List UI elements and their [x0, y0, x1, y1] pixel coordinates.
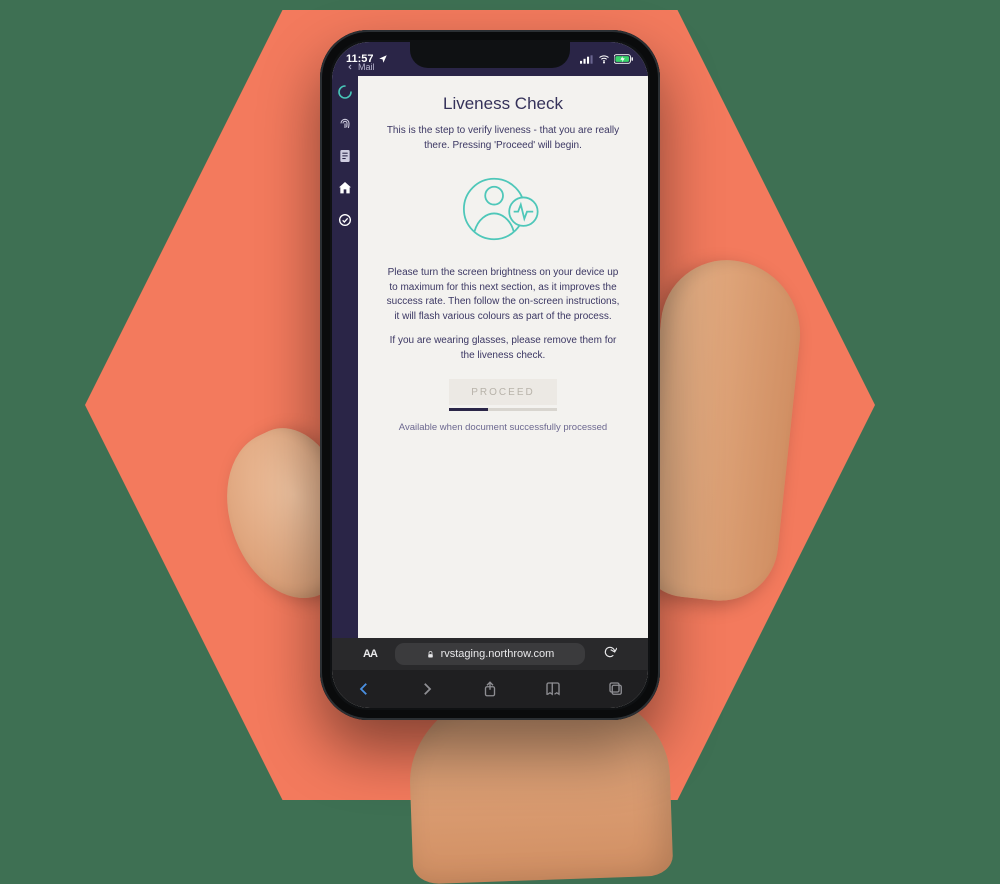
url-pill[interactable]: rvstaging.northrow.com [395, 643, 585, 665]
signal-icon [580, 55, 594, 64]
battery-icon [614, 54, 634, 64]
instructions-text-2: If you are wearing glasses, please remov… [374, 334, 632, 363]
page-title: Liveness Check [443, 94, 563, 114]
browser-navbar [332, 670, 648, 708]
spinner-icon[interactable] [337, 84, 353, 100]
checkmark-circle-icon[interactable] [337, 212, 353, 228]
nav-forward-icon[interactable] [417, 679, 437, 699]
instructions-text-1: Please turn the screen brightness on you… [374, 266, 632, 324]
home-icon[interactable] [337, 180, 353, 196]
phone-notch [410, 42, 570, 68]
phone-screen: 11:57 Mail [332, 42, 648, 708]
refresh-icon[interactable] [597, 645, 623, 664]
app-body: Liveness Check This is the step to verif… [332, 76, 648, 638]
bookmarks-icon[interactable] [543, 679, 563, 699]
tabs-icon[interactable] [606, 679, 626, 699]
url-text: rvstaging.northrow.com [441, 648, 555, 660]
document-icon[interactable] [337, 148, 353, 164]
chevron-left-icon[interactable] [346, 63, 354, 71]
intro-text: This is the step to verify liveness - th… [374, 124, 632, 153]
nav-back-icon[interactable] [354, 679, 374, 699]
liveness-illustration-icon [458, 169, 548, 254]
proceed-button[interactable]: PROCEED [449, 379, 557, 405]
share-icon[interactable] [480, 679, 500, 699]
proceed-hint: Available when document successfully pro… [399, 421, 607, 434]
wifi-icon [598, 53, 610, 65]
lock-icon [426, 650, 435, 659]
phone-device: 11:57 Mail [320, 30, 660, 720]
main-content: Liveness Check This is the step to verif… [358, 76, 648, 638]
location-arrow-icon [378, 54, 388, 64]
sidebar [332, 76, 358, 638]
proceed-progress-bar [449, 408, 557, 411]
browser-url-bar: AA rvstaging.northrow.com [332, 638, 648, 670]
fingerprint-icon[interactable] [337, 116, 353, 132]
text-size-button[interactable]: AA [357, 648, 383, 660]
back-to-app-label[interactable]: Mail [358, 62, 375, 72]
